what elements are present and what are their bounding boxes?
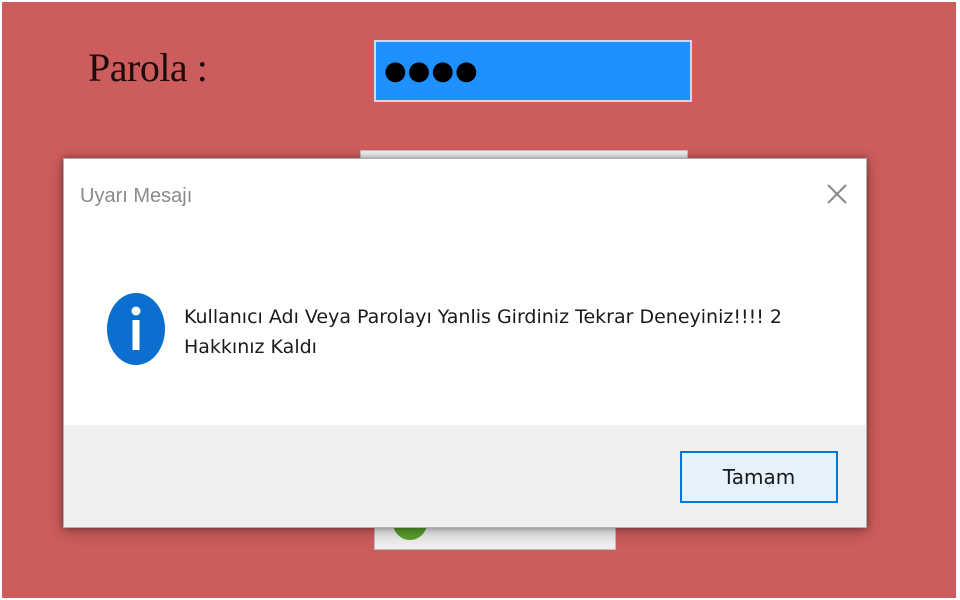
login-button-behind-dialog-bottom [374, 516, 616, 550]
close-button[interactable] [820, 177, 854, 211]
info-icon [106, 292, 166, 366]
dialog-message-line-2: Hakkınız Kaldı [184, 336, 317, 358]
ok-button[interactable]: Tamam [680, 451, 838, 503]
close-icon [827, 184, 847, 204]
password-label: Parola : [88, 45, 208, 90]
password-input[interactable]: ●●●● [374, 40, 692, 102]
dialog-message-line-1: Kullanıcı Adı Veya Parolayı Yanlis Girdi… [184, 306, 782, 328]
warning-dialog: Uyarı Mesajı Kullanıcı Adı Veya Parolayı… [63, 158, 867, 528]
dialog-message: Kullanıcı Adı Veya Parolayı Yanlis Girdi… [184, 302, 824, 362]
dialog-title: Uyarı Mesajı [80, 185, 193, 207]
dialog-footer: Tamam [64, 425, 866, 527]
